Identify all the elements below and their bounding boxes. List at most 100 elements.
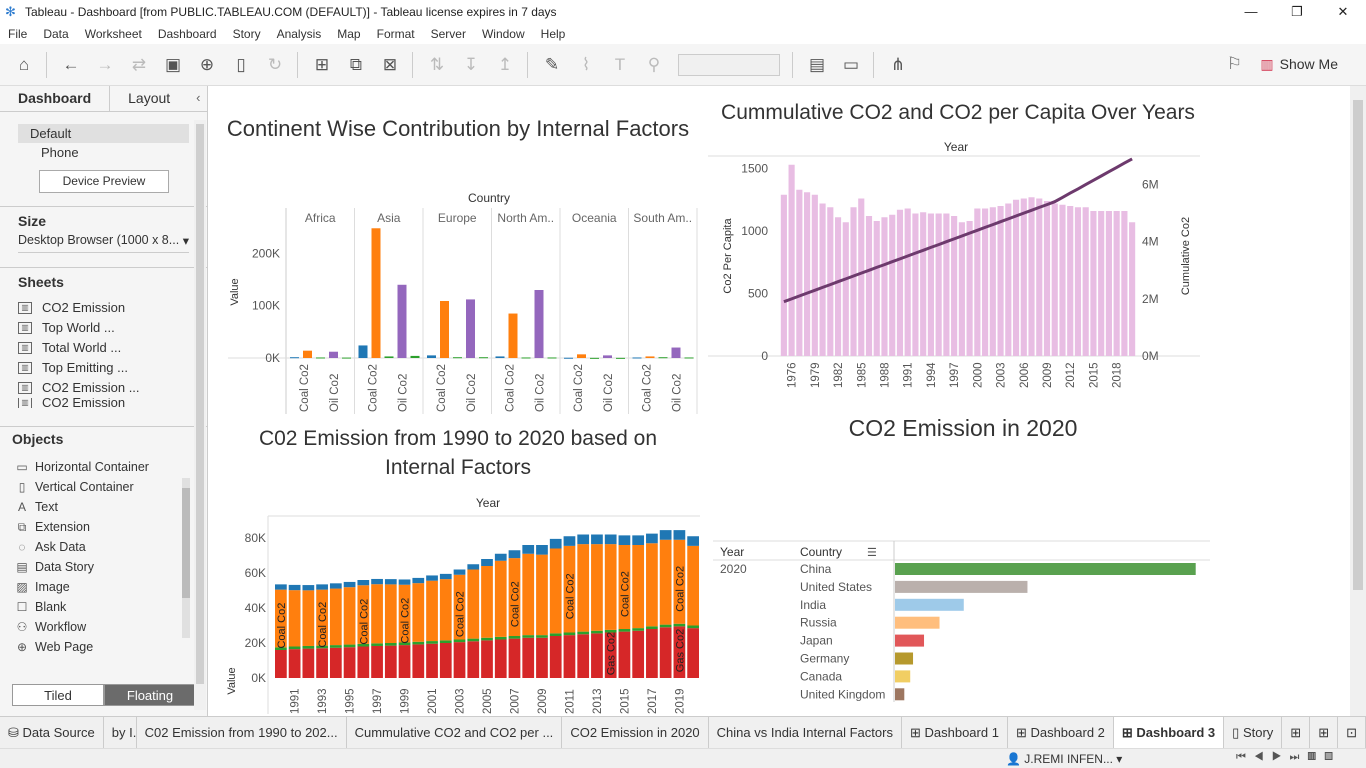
show-cards-icon[interactable]: ▤ — [807, 55, 827, 75]
new-data-source-icon[interactable]: ⊕ — [197, 55, 217, 75]
clear-sheet-icon[interactable]: ⊠ — [380, 55, 400, 75]
object-label: Workflow — [35, 620, 87, 634]
object-label: Blank — [35, 600, 67, 614]
tab-layout[interactable]: Layout — [110, 86, 188, 111]
object-data-story[interactable]: ▤ Data Story — [0, 557, 207, 577]
swap-icon[interactable]: ⇅ — [427, 55, 447, 75]
object-ask-data[interactable]: ◌ Ask Data — [0, 537, 207, 557]
tiled-button[interactable]: Tiled — [12, 684, 104, 706]
left-panel-scrollbar[interactable] — [194, 120, 206, 710]
tab-data-source[interactable]: ⛁ Data Source — [0, 716, 104, 749]
size-select[interactable]: Desktop Browser (1000 x 8... ▾ — [18, 233, 189, 253]
dashboard-icon: ⊞ — [1121, 724, 1137, 740]
tab-dashboard[interactable]: ⊞ Dashboard 2 — [1008, 716, 1114, 749]
sheet-nav-icons[interactable]: ⏮◀▶⏭▦▤ — [1236, 751, 1341, 764]
chart2-xtick: 1976 — [787, 362, 799, 388]
sheet-item[interactable]: ▥ Top World ... — [0, 318, 207, 338]
object-horizontal-container[interactable]: ▭ Horizontal Container — [0, 457, 207, 477]
new-story-tab-icon[interactable]: ⊡ — [1338, 716, 1366, 749]
object-workflow[interactable]: ⚇ Workflow — [0, 617, 207, 637]
format-paint-icon[interactable]: ⚐ — [1227, 54, 1242, 74]
menu-data[interactable]: Data — [43, 27, 68, 41]
pause-updates-icon[interactable]: ▯ — [231, 55, 251, 75]
sheet-item[interactable]: ▥ CO2 Emission ... — [0, 378, 207, 398]
tab-sheet[interactable]: by I... — [104, 716, 137, 749]
duplicate-icon[interactable]: ⧉ — [346, 55, 366, 75]
object-blank[interactable]: ☐ Blank — [0, 597, 207, 617]
object-extension[interactable]: ⧉ Extension — [0, 517, 207, 537]
tab-dashboard[interactable]: Dashboard — [0, 86, 111, 111]
chart3-bar-segment — [673, 623, 686, 627]
chart3-xtick: 1997 — [372, 688, 384, 714]
group-icon[interactable]: ⌇ — [576, 55, 596, 75]
sheet-item[interactable]: ▥ Top Emitting ... — [0, 358, 207, 378]
highlight-icon[interactable]: ✎ — [542, 55, 562, 75]
chart2-xtick: 1979 — [810, 362, 822, 388]
share-icon[interactable]: ⋔ — [888, 55, 908, 75]
user-menu[interactable]: 👤 J.REMI INFEN... ▾ — [1006, 752, 1122, 766]
collapse-icon[interactable]: ‹ — [188, 86, 208, 111]
sort-descending-icon[interactable]: ↥ — [495, 55, 515, 75]
canvas-scrollbar[interactable] — [1350, 86, 1366, 716]
floating-button[interactable]: Floating — [104, 684, 196, 706]
chart1-bar — [358, 345, 368, 358]
object-web-page[interactable]: ⊕ Web Page — [0, 637, 207, 657]
new-dashboard-tab-icon[interactable]: ⊞ — [1310, 716, 1339, 749]
chart1-bar — [316, 357, 325, 359]
label-icon[interactable]: T — [610, 55, 630, 75]
tab-sheet[interactable]: China vs India Internal Factors — [709, 716, 902, 749]
undo-icon[interactable]: ← — [61, 55, 81, 75]
menu-window[interactable]: Window — [482, 27, 525, 41]
pin-icon[interactable]: ⚲ — [644, 55, 664, 75]
database-icon: ⛁ — [8, 724, 23, 740]
home-icon[interactable]: ⌂ — [14, 55, 34, 75]
menu-analysis[interactable]: Analysis — [277, 27, 322, 41]
save-icon[interactable]: ▣ — [163, 55, 183, 75]
menu-file[interactable]: File — [8, 27, 27, 41]
object-label: Ask Data — [35, 540, 86, 554]
object-text[interactable]: A Text — [0, 497, 207, 517]
chart3-bar-segment — [481, 566, 493, 638]
close-button[interactable]: ✕ — [1320, 0, 1366, 24]
object-vertical-container[interactable]: ▯ Vertical Container — [0, 477, 207, 497]
device-phone[interactable]: Phone — [0, 143, 207, 162]
object-image[interactable]: ▨ Image — [0, 577, 207, 597]
sheet-item[interactable]: ▥ CO2 Emission — [0, 398, 207, 408]
presentation-mode-icon[interactable]: ▭ — [841, 55, 861, 75]
replace-data-icon[interactable]: ⇄ — [129, 55, 149, 75]
tab-sheet[interactable]: CO2 Emission in 2020 — [562, 716, 709, 749]
sheet-item[interactable]: ▥ Total World ... — [0, 338, 207, 358]
chart2-bar — [997, 206, 1004, 356]
menu-story[interactable]: Story — [233, 27, 261, 41]
new-worksheet-tab-icon[interactable]: ⊞ — [1282, 716, 1311, 749]
device-preview-button[interactable]: Device Preview — [39, 170, 169, 193]
fit-dropdown[interactable] — [678, 53, 780, 76]
menu-help[interactable]: Help — [541, 27, 566, 41]
tab-sheet[interactable]: C02 Emission from 1990 to 202... — [137, 716, 347, 749]
minimize-button[interactable]: — — [1228, 0, 1274, 24]
menu-map[interactable]: Map — [337, 27, 360, 41]
chart3-xtick: 2001 — [427, 688, 439, 714]
tab-dashboard-active[interactable]: ⊞ Dashboard 3 — [1113, 716, 1225, 749]
sheet-tabs: ⛁ Data Source by I... C02 Emission from … — [0, 716, 1366, 749]
restore-button[interactable]: ❐ — [1274, 0, 1320, 24]
chart2-y2tick: 0M — [1142, 349, 1159, 363]
tab-story[interactable]: ▯ Story — [1224, 716, 1283, 749]
chart3-bar-segment — [467, 569, 480, 639]
show-me-button[interactable]: ▥ Show Me — [1260, 56, 1338, 73]
sheet-item[interactable]: ▥ CO2 Emission — [0, 298, 207, 318]
sort-ascending-icon[interactable]: ↧ — [461, 55, 481, 75]
tab-dashboard[interactable]: ⊞ Dashboard 1 — [902, 716, 1008, 749]
device-default[interactable]: Default — [18, 124, 189, 143]
tab-sheet[interactable]: Cummulative CO2 and CO2 per ... — [347, 716, 563, 749]
new-worksheet-icon[interactable]: ⊞ — [312, 55, 332, 75]
objects-scrollbar[interactable] — [182, 478, 190, 638]
menu-format[interactable]: Format — [377, 27, 415, 41]
chart2-y2label: Cumulative Co2 — [1180, 217, 1192, 295]
menu-dashboard[interactable]: Dashboard — [158, 27, 217, 41]
menu-worksheet[interactable]: Worksheet — [85, 27, 142, 41]
menu-server[interactable]: Server — [431, 27, 466, 41]
refresh-icon[interactable]: ↻ — [265, 55, 285, 75]
redo-icon[interactable]: → — [95, 55, 115, 75]
chart1-bar — [590, 357, 599, 359]
